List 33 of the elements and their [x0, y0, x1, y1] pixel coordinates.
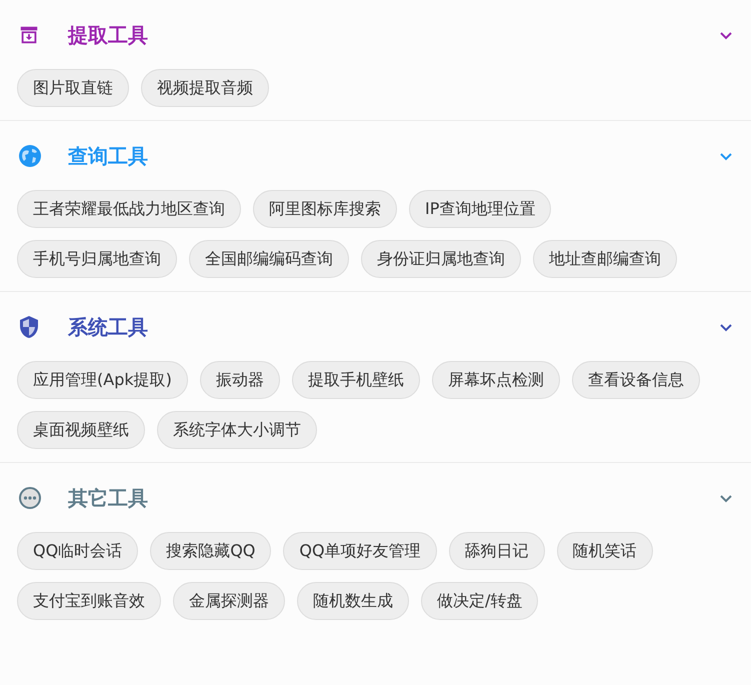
section-title: 系统工具	[68, 314, 148, 341]
tool-chip[interactable]: 舔狗日记	[448, 532, 545, 570]
tool-chip[interactable]: 提取手机壁纸	[292, 361, 420, 399]
tool-chip[interactable]: 屏幕坏点检测	[432, 361, 560, 399]
tool-chip[interactable]: 桌面视频壁纸	[17, 411, 145, 449]
tool-chip[interactable]: 搜索隐藏QQ	[150, 532, 272, 570]
tool-chip[interactable]: 做决定/转盘	[421, 582, 538, 620]
tool-chip[interactable]: 身份证归属地查询	[361, 240, 521, 278]
tool-chip[interactable]: 系统字体大小调节	[157, 411, 317, 449]
tool-chip[interactable]: 阿里图标库搜索	[253, 190, 397, 228]
tool-chip[interactable]: 地址查邮编查询	[533, 240, 677, 278]
tool-chip[interactable]: 王者荣耀最低战力地区查询	[17, 190, 241, 228]
tool-chip[interactable]: 视频提取音频	[141, 69, 269, 107]
tool-chip[interactable]: IP查询地理位置	[409, 190, 552, 228]
section-title: 提取工具	[68, 22, 148, 49]
tool-chip[interactable]: 全国邮编编码查询	[189, 240, 349, 278]
tool-chip[interactable]: 手机号归属地查询	[17, 240, 177, 278]
tool-chip[interactable]: 查看设备信息	[572, 361, 700, 399]
tool-chip[interactable]: QQ临时会话	[17, 532, 138, 570]
section-title: 查询工具	[68, 143, 148, 170]
tool-chip[interactable]: 随机笑话	[556, 532, 653, 570]
more-icon	[18, 486, 42, 510]
globe-icon	[18, 144, 42, 168]
section-title: 其它工具	[68, 485, 148, 512]
archive-icon	[18, 24, 40, 46]
tool-chip[interactable]: 应用管理(Apk提取)	[17, 361, 188, 399]
tool-chip[interactable]: 随机数生成	[297, 582, 409, 620]
tool-chip[interactable]: 支付宝到账音效	[17, 582, 161, 620]
tool-chip[interactable]: 金属探测器	[173, 582, 285, 620]
shield-icon	[18, 315, 40, 339]
tool-chip[interactable]: 振动器	[200, 361, 280, 399]
tool-chip[interactable]: QQ单项好友管理	[283, 532, 437, 570]
tool-chip[interactable]: 图片取直链	[17, 69, 129, 107]
